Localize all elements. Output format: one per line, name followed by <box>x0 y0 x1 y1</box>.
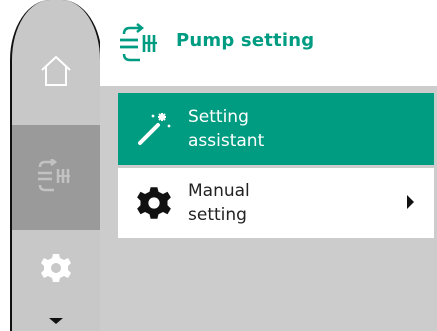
sidebar-item-home[interactable] <box>12 20 100 125</box>
header: Pump setting <box>100 0 437 86</box>
label-line-2: assistant <box>188 131 265 151</box>
chevron-right-icon <box>407 195 414 209</box>
menu-item-label: Setting assistant <box>188 105 368 153</box>
menu-item-setting-assistant[interactable]: Setting assistant <box>118 93 434 165</box>
gear-icon <box>40 252 72 288</box>
pump-setting-icon <box>36 157 76 197</box>
sidebar <box>10 0 102 331</box>
label-line-1: Manual <box>188 181 250 201</box>
page-title: Pump setting <box>176 30 315 51</box>
menu-item-manual-setting[interactable]: Manual setting <box>118 168 434 238</box>
sidebar-scroll-down[interactable] <box>12 310 100 331</box>
label-line-1: Setting <box>188 107 249 127</box>
screen: Pump setting Setting assistant Manual se… <box>0 0 437 331</box>
pump-setting-icon <box>118 22 162 66</box>
gear-icon <box>122 171 186 235</box>
main-content: Setting assistant Manual setting <box>100 86 437 331</box>
arrow-down-icon <box>46 310 66 329</box>
home-icon <box>39 54 73 92</box>
menu-item-label: Manual setting <box>188 179 368 227</box>
label-line-2: setting <box>188 205 247 225</box>
sidebar-item-pump-setting[interactable] <box>12 125 100 230</box>
magic-wand-icon <box>122 97 186 161</box>
sidebar-item-settings[interactable] <box>12 230 100 310</box>
